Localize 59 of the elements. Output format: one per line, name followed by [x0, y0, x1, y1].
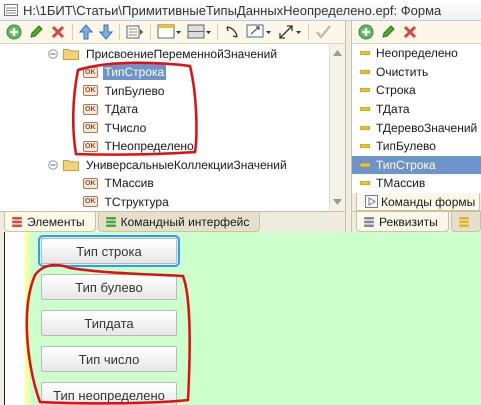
form-preview-icon[interactable]: [126, 24, 144, 40]
attribute-item[interactable]: ТДата: [352, 100, 481, 118]
attribute-item[interactable]: ТипБулево: [352, 136, 481, 156]
delete-icon[interactable]: [50, 24, 66, 40]
stack-icon: [11, 216, 23, 228]
attribute-item[interactable]: ТДеревоЗначений: [352, 118, 481, 137]
attribute-item[interactable]: ТМассив: [352, 174, 481, 193]
form-commands-tab[interactable]: Команды формы: [356, 193, 480, 211]
tree-item[interactable]: ТСтруктура: [102, 194, 171, 210]
resize-dropdown-icon[interactable]: [246, 24, 272, 40]
window-title: H:\1БИТ\Статьи\ПримитивныеТипыДанныхНеопределено.epf: Форма: [23, 2, 442, 18]
tree-item[interactable]: ТНеопределено: [102, 138, 196, 154]
attribute-item[interactable]: Неопределено: [352, 44, 481, 63]
scroll-up-icon[interactable]: [333, 50, 342, 56]
stack-icon: [104, 216, 117, 228]
add-icon[interactable]: [358, 24, 374, 40]
pencil-icon[interactable]: [28, 24, 44, 40]
attribute-icon: [360, 162, 370, 167]
layout-dropdown-icon[interactable]: [187, 24, 211, 40]
tree-item[interactable]: ТМассив: [102, 175, 156, 192]
form-button[interactable]: Тип булево: [41, 274, 177, 300]
attribute-icon: [360, 51, 370, 56]
play-icon: [365, 195, 378, 208]
collapse-icon[interactable]: [48, 160, 58, 170]
tree-item[interactable]: ТДата: [102, 101, 140, 118]
attribute-icon: [360, 126, 370, 130]
form-icon: [4, 4, 18, 16]
window-dropdown-icon[interactable]: [157, 24, 181, 40]
panel-tab[interactable]: Элементы: [4, 212, 96, 232]
stack-icon: [363, 216, 375, 228]
form-button[interactable]: Тип строка: [41, 238, 177, 264]
tree-item[interactable]: ТЧисло: [102, 120, 148, 136]
attribute-item[interactable]: Очистить: [352, 62, 481, 82]
checkmark-icon[interactable]: [315, 24, 331, 40]
tree-item[interactable]: ТипБулево: [102, 82, 166, 99]
pencil-icon[interactable]: [380, 24, 396, 40]
folder-icon: [63, 47, 79, 60]
arrow-up-icon[interactable]: [79, 24, 93, 40]
panel-tab[interactable]: Командный интерфейс: [98, 212, 260, 232]
collapse-icon[interactable]: [48, 48, 58, 59]
delete-icon[interactable]: [402, 24, 418, 40]
expand-dropdown-icon[interactable]: [278, 24, 302, 40]
scrollbar[interactable]: [329, 44, 345, 212]
tree-item[interactable]: ПрисвоениеПеременнойЗначений: [84, 46, 280, 62]
form-button[interactable]: Типдата: [41, 310, 177, 336]
attribute-icon: [360, 88, 370, 92]
tree-item[interactable]: УниверсальныеКоллекцииЗначений: [84, 156, 289, 173]
form-button[interactable]: Тип число: [41, 346, 177, 372]
attribute-icon: [360, 144, 370, 148]
attribute-icon: [360, 181, 370, 186]
attribute-icon: [360, 107, 370, 112]
add-icon[interactable]: [6, 24, 22, 40]
stack-icon: [458, 216, 470, 228]
scroll-down-icon[interactable]: [333, 199, 342, 206]
arrow-down-icon[interactable]: [99, 24, 113, 40]
folder-icon: [63, 158, 79, 172]
panel-tab[interactable]: Реквизиты: [356, 212, 449, 232]
attribute-item[interactable]: Строка: [352, 81, 481, 100]
attribute-icon: [360, 70, 370, 74]
